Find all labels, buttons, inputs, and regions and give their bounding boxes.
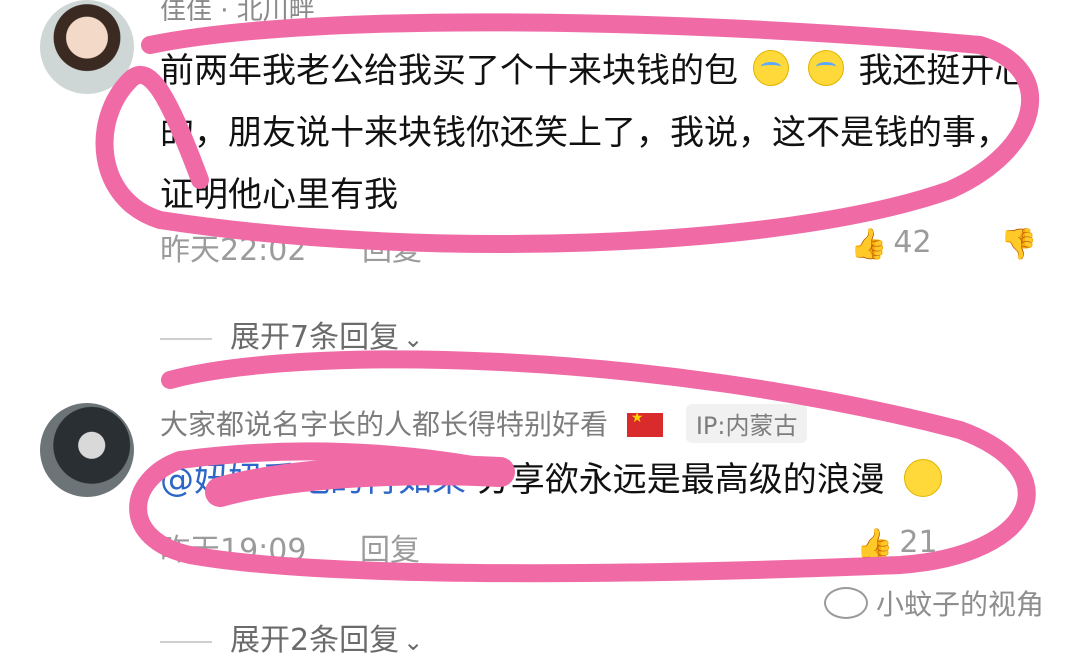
thumbs-down-icon: 👎 xyxy=(1000,227,1038,262)
crying-laughing-emoji-icon xyxy=(807,50,844,86)
reply-button[interactable]: 回复 xyxy=(362,225,422,269)
watermark-text: 小蚊子的视角 xyxy=(875,588,1044,621)
china-flag-icon xyxy=(626,410,663,437)
like-button[interactable]: 👍 21 xyxy=(856,525,938,562)
thumbs-up-icon: 👍 xyxy=(856,527,894,562)
divider xyxy=(160,337,212,340)
chevron-down-icon: ⌄ xyxy=(403,325,424,353)
mention-link[interactable]: @妞妞爱吃的肖如果 xyxy=(160,460,466,500)
like-count: 42 xyxy=(893,225,932,260)
like-button[interactable]: 👍 42 xyxy=(850,225,932,262)
like-count: 21 xyxy=(899,525,938,560)
divider xyxy=(160,640,212,643)
chevron-down-icon: ⌄ xyxy=(403,628,424,656)
comment-author-row: 大家都说名字长的人都长得特别好看 IP:内蒙古 xyxy=(160,403,808,443)
dislike-button[interactable]: 👎 xyxy=(1000,225,1043,262)
comment-text: @妞妞爱吃的肖如果 分享欲永远是最高级的浪漫 xyxy=(160,452,942,508)
thumbs-up-icon: 👍 xyxy=(850,227,888,262)
comment-time: 昨天22:02 xyxy=(160,233,307,268)
shy-emoji-icon xyxy=(903,459,942,497)
comment-text-part: 前两年我老公给我买了个十来块钱的包 xyxy=(160,51,738,91)
expand-replies-label: 展开2条回复 xyxy=(230,623,400,658)
comment-author[interactable]: 大家都说名字长的人都长得特别好看 xyxy=(160,408,608,441)
avatar[interactable] xyxy=(40,0,134,94)
reply-button[interactable]: 回复 xyxy=(360,525,420,569)
crying-laughing-emoji-icon xyxy=(752,50,789,86)
ip-badge: IP:内蒙古 xyxy=(685,404,808,443)
comment-text: 前两年我老公给我买了个十来块钱的包 我还挺开心的，朋友说十来块钱你还笑上了，我说… xyxy=(160,40,1030,226)
expand-replies[interactable]: 展开2条回复 ⌄ xyxy=(160,615,423,659)
watermark: 小蚊子的视角 xyxy=(823,583,1044,623)
avatar[interactable] xyxy=(40,403,134,497)
expand-replies-label: 展开7条回复 xyxy=(230,320,400,355)
comment-time: 昨天19:09 xyxy=(160,533,307,568)
comment-text-part: 分享欲永远是最高级的浪漫 xyxy=(476,460,885,500)
comment-author[interactable]: 佳佳 · 北川畔 xyxy=(160,0,315,27)
wechat-icon xyxy=(823,587,868,619)
expand-replies[interactable]: 展开7条回复 ⌄ xyxy=(160,312,423,356)
